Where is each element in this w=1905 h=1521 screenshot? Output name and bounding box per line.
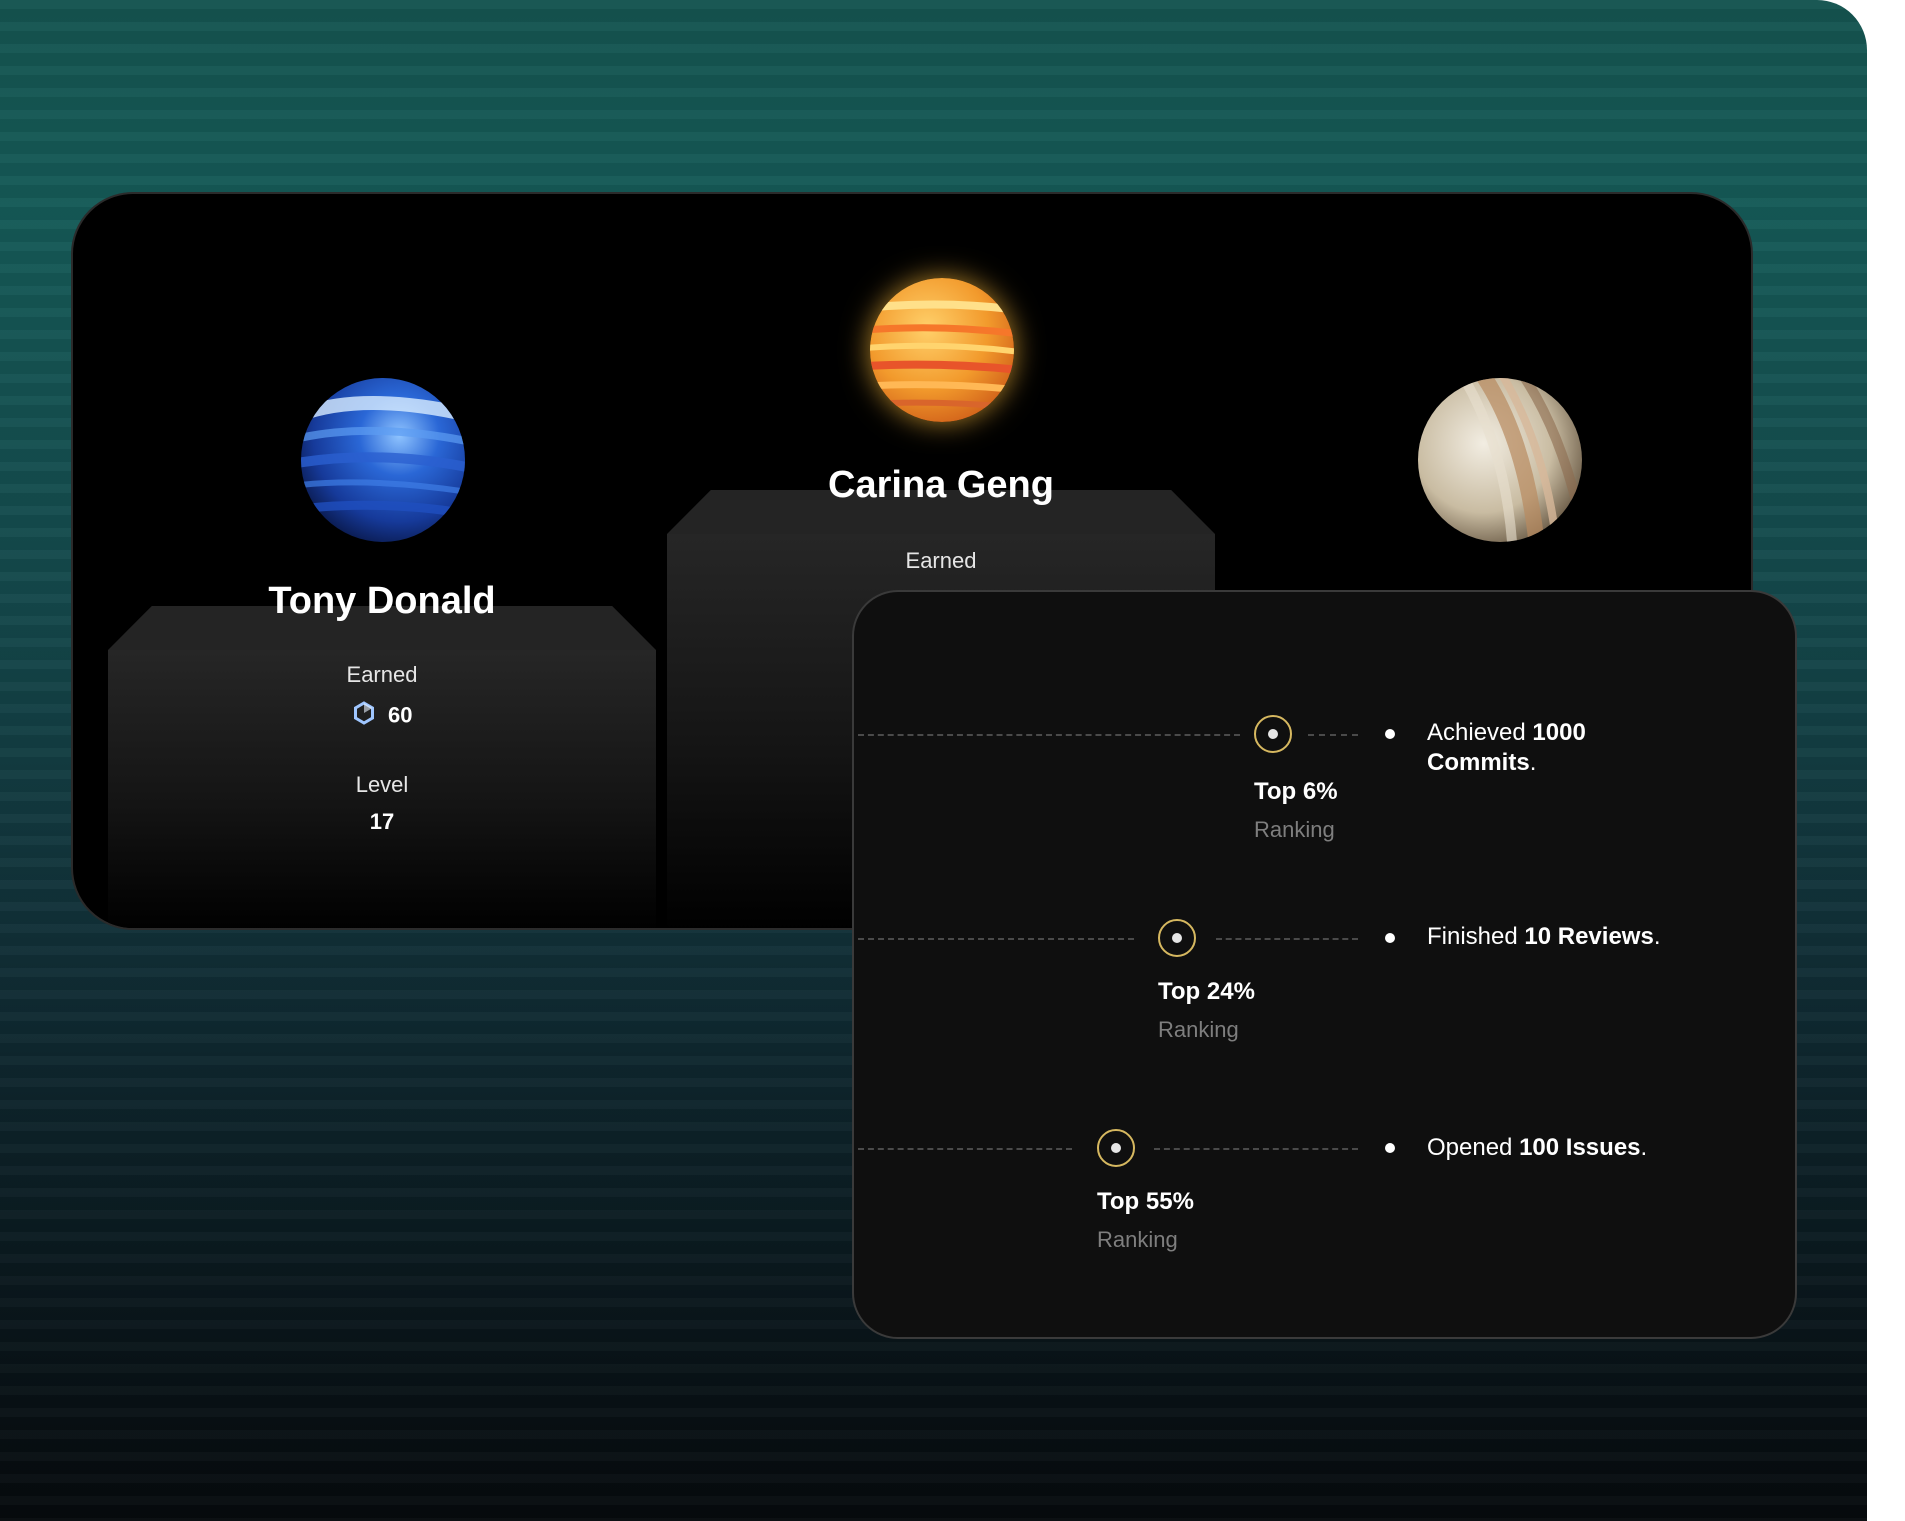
achievement-prefix: Finished — [1427, 923, 1518, 950]
achievement-suffix: . — [1653, 923, 1661, 950]
achievement-prefix: Achieved — [1427, 719, 1526, 746]
rank-label: Ranking — [1097, 1227, 1178, 1252]
earned-label-center: Earned — [905, 548, 977, 573]
bullet-dot-icon — [1385, 933, 1395, 943]
ring-dot-icon — [1158, 919, 1196, 957]
token-hexagon-icon — [352, 701, 376, 730]
jupiter-planet-icon — [1418, 378, 1582, 542]
level-label-left: Level — [355, 772, 409, 797]
earned-row-left: 60 — [108, 701, 656, 730]
achievements-card: Top 6% Ranking Achieved 1000 Commits. To… — [852, 590, 1797, 1339]
rank-label: Ranking — [1254, 817, 1335, 842]
bullet-dot-icon — [1385, 729, 1395, 739]
divider-line — [1216, 938, 1358, 940]
earned-label-left: Earned — [346, 662, 418, 687]
divider-line — [858, 734, 1240, 736]
divider-line — [858, 938, 1134, 940]
blue-planet-icon — [301, 378, 465, 542]
rank-value: Top 24% — [1158, 978, 1255, 1005]
level-value-left: 17 — [369, 809, 395, 834]
achievement-text: Opened 100 Issues. — [1427, 1133, 1727, 1163]
rank-value: Top 55% — [1097, 1188, 1194, 1215]
achievement-bold: 10 Reviews — [1524, 923, 1654, 950]
divider-line — [1154, 1148, 1358, 1150]
achievement-suffix: . — [1529, 749, 1537, 776]
ring-dot-icon — [1254, 715, 1292, 753]
earned-value-left: 60 — [387, 702, 413, 728]
rank-value: Top 6% — [1254, 778, 1338, 805]
achievement-bold: 100 Issues — [1519, 1134, 1641, 1161]
player-name-left: Tony Donald — [268, 580, 496, 622]
divider-line — [858, 1148, 1072, 1150]
achievement-text: Achieved 1000 Commits. — [1427, 718, 1687, 778]
bullet-dot-icon — [1385, 1143, 1395, 1153]
orange-planet-icon — [870, 278, 1014, 422]
achievement-suffix: . — [1640, 1134, 1648, 1161]
divider-line — [1308, 734, 1358, 736]
ring-dot-icon — [1097, 1129, 1135, 1167]
achievement-text: Finished 10 Reviews. — [1427, 922, 1687, 952]
player-name-center: Carina Geng — [828, 464, 1054, 506]
achievement-prefix: Opened — [1427, 1134, 1513, 1161]
rank-label: Ranking — [1158, 1017, 1239, 1042]
